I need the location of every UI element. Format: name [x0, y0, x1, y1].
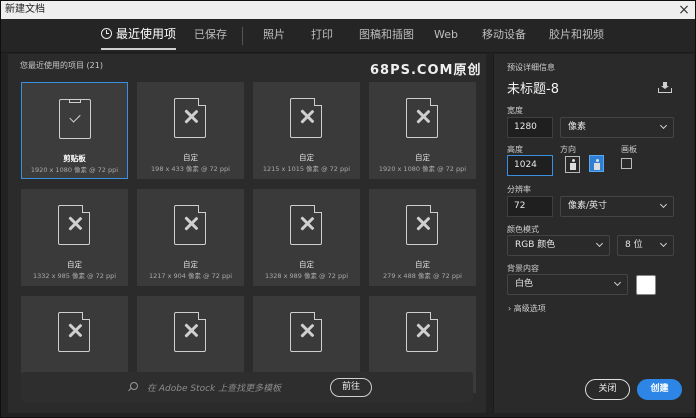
card-size: 1332 x 985 像素 @ 72 ppi: [32, 272, 117, 280]
resolution-unit-value: 像素/英寸: [568, 201, 608, 211]
resolution-label: 分辨率: [507, 185, 531, 194]
close-window-icon[interactable]: ×: [676, 2, 692, 18]
width-field[interactable]: 1280: [507, 117, 553, 138]
recent-item-card[interactable]: 剪贴板 1920 x 1080 像素 @ 72 ppi: [21, 82, 128, 179]
tab-recent[interactable]: 最近使用项: [101, 26, 177, 50]
chevron-down-icon: [659, 200, 668, 209]
card-name: 自定: [183, 153, 198, 162]
width-unit-select[interactable]: 像素: [560, 117, 674, 138]
portrait-orientation-button[interactable]: [565, 156, 580, 173]
tab-art-illustration[interactable]: 图稿和插图: [359, 27, 414, 47]
custom-doc-icon: [58, 204, 91, 245]
preset-details-panel: 预设详细信息 未标题-8 宽度 1280 像素 高度 1024 方向 画板 分辨…: [493, 54, 694, 413]
card-name: 自定: [67, 260, 82, 269]
card-name: 自定: [415, 153, 430, 162]
custom-doc-icon: [58, 311, 91, 352]
card-name: 自定: [299, 153, 314, 162]
recent-items-heading: 您最近使用的项目 (21): [20, 61, 103, 70]
person-icon: [570, 159, 576, 170]
custom-doc-icon: [290, 204, 323, 245]
card-size: 1920 x 1080 像素 @ 72 ppi: [378, 165, 467, 173]
stock-search-input[interactable]: 在 Adobe Stock 上查找更多模板: [147, 381, 281, 394]
color-mode-value: RGB 颜色: [515, 240, 556, 250]
background-value: 白色: [515, 279, 534, 289]
card-name: 剪贴板: [63, 154, 86, 163]
recent-item-card[interactable]: 自定 198 x 433 像素 @ 72 ppi: [137, 82, 244, 179]
recent-item-card[interactable]: 自定 279 x 488 像素 @ 72 ppi: [369, 189, 476, 286]
advanced-options-toggle[interactable]: › 高级选项: [508, 303, 546, 314]
tab-photo[interactable]: 照片: [263, 27, 285, 47]
tab-mobile[interactable]: 移动设备: [482, 27, 526, 47]
card-size: 198 x 433 像素 @ 72 ppi: [151, 165, 230, 173]
recent-item-card[interactable]: 自定 1920 x 1080 像素 @ 72 ppi: [369, 82, 476, 179]
card-name: 自定: [299, 260, 314, 269]
tab-print[interactable]: 打印: [311, 27, 333, 47]
preset-tabs: 最近使用项 已保存 照片 打印 图稿和插图 Web 移动设备 胶片和视频: [1, 19, 695, 53]
preset-details-heading: 预设详细信息: [507, 63, 555, 72]
bit-depth-value: 8 位: [625, 240, 643, 250]
custom-doc-icon: [174, 97, 207, 138]
background-label: 背景内容: [507, 264, 539, 273]
recent-item-card[interactable]: 自定 1217 x 904 像素 @ 72 ppi: [137, 189, 244, 286]
tab-film-video[interactable]: 胶片和视频: [549, 27, 604, 47]
orientation-label: 方向: [560, 145, 576, 154]
card-size: 1215 x 1015 像素 @ 72 ppi: [262, 165, 351, 173]
custom-doc-icon: [406, 97, 439, 138]
tab-recent-label: 最近使用项: [116, 27, 177, 41]
custom-doc-icon: [406, 311, 439, 352]
document-name-field[interactable]: 未标题-8: [507, 78, 559, 97]
width-unit-value: 像素: [568, 122, 587, 132]
card-size: 279 x 488 像素 @ 72 ppi: [383, 272, 462, 280]
chevron-down-icon: [659, 239, 668, 248]
color-mode-label: 颜色模式: [507, 225, 539, 234]
card-name: 自定: [183, 260, 198, 269]
height-field[interactable]: 1024: [507, 155, 553, 176]
window-title: 新建文档: [5, 4, 45, 15]
height-label: 高度: [507, 145, 523, 154]
watermark: 68PS.COM原创: [370, 63, 482, 78]
background-select[interactable]: 白色: [507, 274, 628, 295]
tab-web[interactable]: Web: [434, 27, 458, 47]
custom-doc-icon: [290, 97, 323, 138]
custom-doc-icon: [406, 204, 439, 245]
recent-items-pane: 您最近使用的项目 (21) 68PS.COM原创 剪贴板 1920 x 1080…: [8, 54, 486, 413]
background-color-swatch[interactable]: [636, 275, 656, 295]
card-size: 1217 x 904 像素 @ 72 ppi: [148, 272, 233, 280]
title-bar: 新建文档 ×: [1, 1, 695, 19]
chevron-down-icon: [613, 278, 622, 287]
custom-doc-icon: [174, 311, 207, 352]
clipboard-doc-icon: [59, 98, 91, 139]
card-size: 1920 x 1080 像素 @ 72 ppi: [30, 166, 119, 174]
tab-divider: [242, 27, 243, 45]
bit-depth-select[interactable]: 8 位: [617, 235, 674, 256]
custom-doc-icon: [290, 311, 323, 352]
chevron-down-icon: [595, 239, 604, 248]
resolution-unit-select[interactable]: 像素/英寸: [560, 196, 674, 217]
tab-saved[interactable]: 已保存: [194, 27, 227, 47]
artboard-checkbox[interactable]: [621, 158, 632, 169]
save-preset-icon[interactable]: [658, 82, 672, 93]
recent-item-card[interactable]: 自定 1215 x 1015 像素 @ 72 ppi: [253, 82, 360, 179]
artboard-label: 画板: [621, 145, 637, 154]
card-name: 自定: [415, 260, 430, 269]
resolution-field[interactable]: 72: [507, 196, 553, 217]
person-icon: [594, 159, 600, 170]
color-mode-select[interactable]: RGB 颜色: [507, 235, 610, 256]
recent-item-card[interactable]: 自定 1328 x 989 像素 @ 72 ppi: [253, 189, 360, 286]
recent-item-card[interactable]: 自定 1332 x 985 像素 @ 72 ppi: [21, 189, 128, 286]
stock-search-bar: 在 Adobe Stock 上查找更多模板 前往: [21, 372, 473, 402]
new-document-dialog: 新建文档 × 最近使用项 已保存 照片 打印 图稿和插图 Web 移动设备 胶片…: [0, 0, 696, 418]
width-label: 宽度: [507, 106, 523, 115]
chevron-down-icon: [659, 121, 668, 130]
clock-icon: [101, 28, 112, 39]
close-button[interactable]: 关闭: [585, 379, 630, 400]
create-button[interactable]: 创建: [637, 379, 682, 400]
search-icon: [130, 382, 138, 390]
landscape-orientation-button[interactable]: [589, 155, 604, 172]
custom-doc-icon: [174, 204, 207, 245]
go-button[interactable]: 前往: [330, 378, 372, 397]
card-size: 1328 x 989 像素 @ 72 ppi: [264, 272, 349, 280]
